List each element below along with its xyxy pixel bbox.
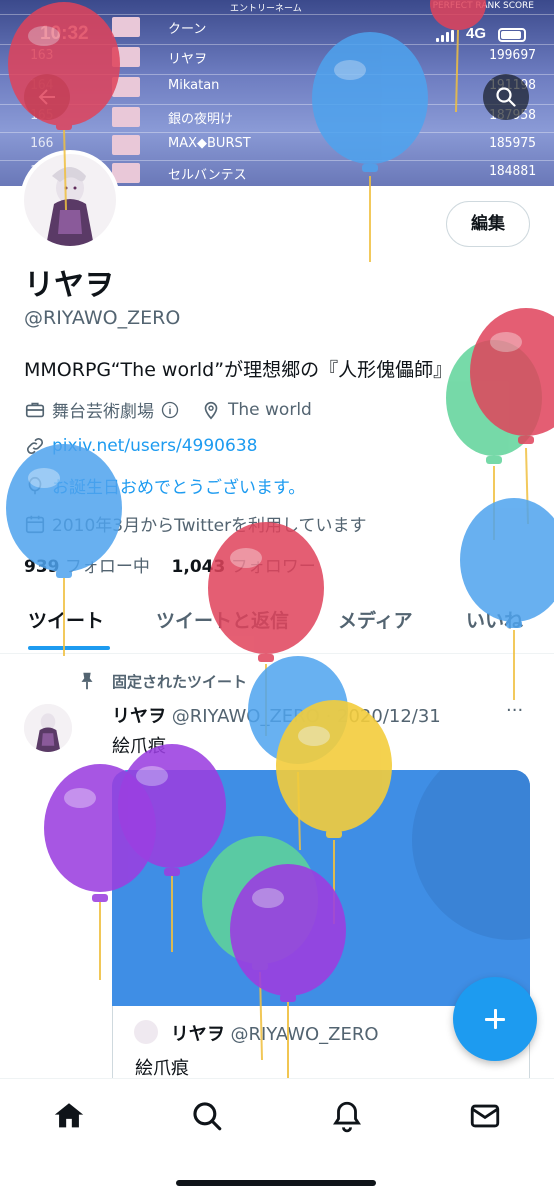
home-icon[interactable] <box>52 1099 86 1133</box>
tab-likes[interactable]: いいね <box>466 606 523 633</box>
network-type: 4G <box>466 25 487 42</box>
banner-entry-name: Mikatan <box>168 78 220 93</box>
banner-score: 184881 <box>489 164 536 179</box>
status-bar: 10:32 4G <box>0 18 554 54</box>
calendar-icon <box>25 515 45 533</box>
avatar-illustration <box>24 704 72 752</box>
tweet-handle: @RIYAWO_ZERO <box>171 706 320 727</box>
tab-tweets-and-replies[interactable]: ツイートと返信 <box>156 606 289 633</box>
compose-tweet-button[interactable] <box>453 977 537 1061</box>
banner-score: 185975 <box>489 136 536 151</box>
user-handle: @RIYAWO_ZERO <box>24 307 181 329</box>
profile-meta-category-location: 舞台芸術劇場 The world <box>24 397 312 422</box>
following-count: 939 <box>24 557 60 577</box>
following-link[interactable]: 939 フォロー中 <box>24 557 150 577</box>
banner-header: エントリーネーム PERFECT RANK SCORE <box>0 0 554 14</box>
signal-icon <box>436 30 454 42</box>
followers-count: 1,043 <box>171 557 226 577</box>
profile-meta-url: pixiv.net/users/4990638 <box>24 435 257 457</box>
follow-stats: 939 フォロー中 1,043 フォロワー <box>24 552 316 577</box>
status-time: 10:32 <box>40 23 89 44</box>
banner-row: 164 Mikatan 191198 <box>0 74 554 98</box>
followers-link[interactable]: 1,043 フォロワー <box>172 557 316 577</box>
edit-profile-button[interactable]: 編集 <box>446 201 530 247</box>
back-icon <box>38 89 55 105</box>
banner-thumbnail <box>112 135 140 155</box>
tweet-avatar[interactable] <box>24 704 72 752</box>
quote-author: リヤヲ <box>170 1024 225 1045</box>
notifications-icon[interactable] <box>330 1099 364 1133</box>
pin-icon <box>81 672 93 690</box>
tab-tweets[interactable]: ツイート <box>28 606 104 633</box>
tweet-date[interactable]: · 2020/12/31 <box>326 706 441 727</box>
followers-label: フォロワー <box>230 557 316 577</box>
battery-icon <box>498 28 526 42</box>
pinned-text: 固定されたツイート <box>112 672 248 691</box>
banner-entry-name: MAX◆BURST <box>168 136 251 151</box>
profile-url[interactable]: pixiv.net/users/4990638 <box>52 436 257 456</box>
profile-location: The world <box>228 399 312 420</box>
banner-rank: 166 <box>30 136 54 151</box>
home-indicator <box>176 1180 376 1186</box>
tweet-author[interactable]: リヤヲ <box>112 706 166 727</box>
tweet-header: リヤヲ @RIYAWO_ZERO · 2020/12/31 <box>112 702 441 728</box>
back-button[interactable] <box>24 74 70 120</box>
profile-avatar[interactable] <box>20 150 120 250</box>
pinned-tweet-label: 固定されたツイート <box>76 670 247 692</box>
search-icon <box>496 87 516 107</box>
profile-meta-birthday: お誕生日おめでとうございます。 <box>24 473 305 498</box>
active-tab-indicator <box>28 646 110 650</box>
info-icon[interactable] <box>160 400 180 420</box>
quote-header: リヤヲ @RIYAWO_ZERO <box>137 1020 379 1046</box>
tab-media[interactable]: メディア <box>338 606 413 633</box>
profile-joined: 2010年3月からTwitterを利用しています <box>52 516 367 536</box>
avatar-illustration <box>46 167 94 246</box>
profile-birthday[interactable]: お誕生日おめでとうございます。 <box>52 473 305 498</box>
banner-entry-name: セルバンテス <box>168 168 247 183</box>
location-icon <box>204 401 218 419</box>
profile-category: 舞台芸術劇場 <box>52 402 154 422</box>
tweet-more-button[interactable]: ··· <box>506 700 523 721</box>
media-shape <box>412 770 530 940</box>
briefcase-icon <box>25 402 45 417</box>
banner-thumbnail <box>112 107 140 127</box>
tweet-media-image[interactable] <box>112 770 530 1006</box>
tweet-text: 絵爪痕 <box>112 736 166 757</box>
quote-text: 絵爪痕 <box>135 1058 189 1079</box>
banner-header-left: エントリーネーム <box>230 4 302 14</box>
messages-icon[interactable] <box>468 1099 502 1133</box>
display-name: リヤヲ <box>24 268 114 303</box>
banner-header-right: PERFECT RANK SCORE <box>432 1 534 11</box>
profile-meta-joined: 2010年3月からTwitterを利用しています <box>24 511 367 536</box>
search-nav-icon[interactable] <box>190 1099 224 1133</box>
search-button[interactable] <box>483 74 529 120</box>
banner-thumbnail <box>112 77 140 97</box>
profile-tabs: ツイート ツイートと返信 メディア いいね <box>0 596 554 654</box>
link-icon <box>26 437 44 455</box>
quote-avatar <box>134 1020 158 1044</box>
profile-bio: MMORPG“The world”が理想郷の『人形傀儡師』 <box>24 359 453 381</box>
banner-entry-name: 銀の夜明け <box>168 112 234 127</box>
balloon-red <box>470 308 554 525</box>
banner-row: 165 銀の夜明け 187958 <box>0 104 554 128</box>
quote-handle: @RIYAWO_ZERO <box>230 1024 379 1045</box>
balloon-icon <box>28 476 42 494</box>
following-label: フォロー中 <box>64 557 150 577</box>
